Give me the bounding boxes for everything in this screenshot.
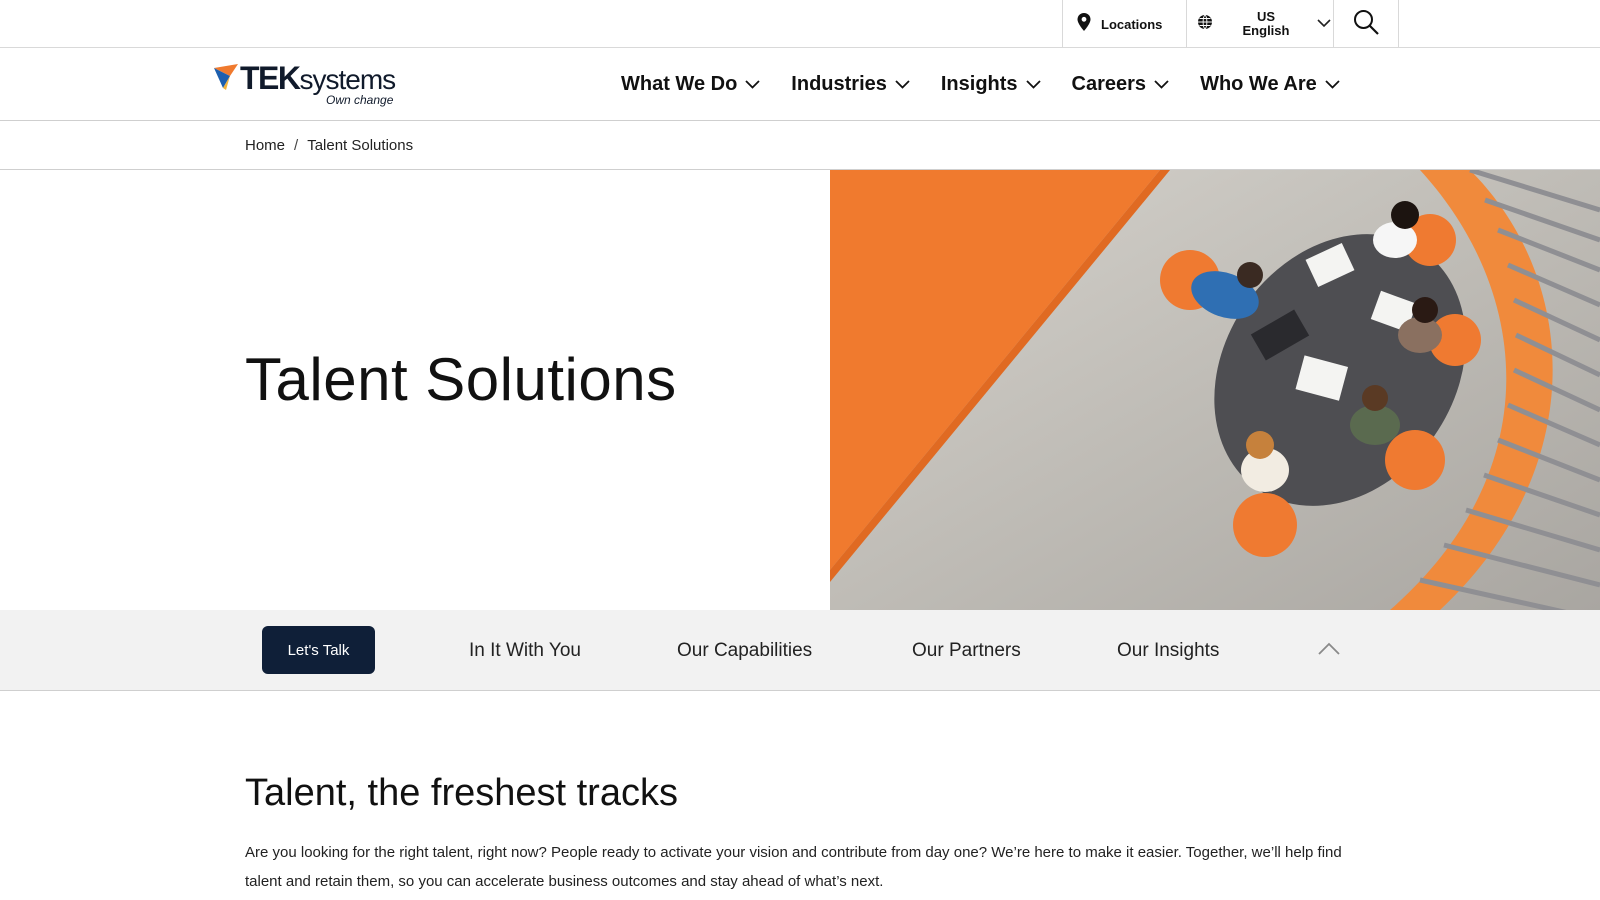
hero-image [830, 170, 1600, 610]
subnav-link-our-insights[interactable]: Our Insights [1117, 610, 1219, 691]
tekystems-logo[interactable]: TEKsystems Own change [214, 58, 400, 110]
logo-mark-icon [214, 64, 238, 90]
chevron-down-icon [1025, 80, 1041, 89]
section-heading: Talent, the freshest tracks [245, 772, 678, 814]
chevron-down-icon [1325, 80, 1340, 89]
nav-item-insights[interactable]: Insights [941, 73, 1041, 96]
collapse-subnav-button[interactable] [1316, 636, 1342, 662]
map-pin-icon [1077, 12, 1091, 36]
search-icon [1353, 9, 1379, 40]
utility-bar: Locations US English [0, 0, 1600, 48]
nav-item-label: Careers [1071, 73, 1147, 95]
chevron-down-icon [745, 80, 760, 89]
utility-group: Locations US English [1062, 0, 1399, 48]
lets-talk-button[interactable]: Let's Talk [262, 626, 375, 674]
search-button[interactable] [1333, 0, 1399, 48]
nav-item-who-we-are[interactable]: Who We Are [1200, 73, 1340, 96]
nav-item-label: Insights [940, 73, 1018, 95]
language-name: English [1242, 23, 1290, 38]
logo-tagline: Own change [326, 93, 394, 107]
nav-item-industries[interactable]: Industries [791, 73, 910, 96]
chevron-up-icon [1318, 642, 1340, 655]
logo-wordmark: TEKsystems [240, 60, 397, 97]
breadcrumb-separator: / [294, 136, 299, 154]
main-navigation: TEKsystems Own change What We Do Industr… [0, 48, 1600, 121]
nav-item-label: Industries [791, 73, 887, 95]
language-text: US English [1221, 10, 1311, 38]
globe-icon [1197, 14, 1213, 35]
section-subnav: Let's Talk In It With You Our Capabiliti… [0, 610, 1600, 691]
locations-label: Locations [1101, 16, 1163, 32]
nav-list: What We Do Industries Insights Careers W… [621, 48, 1340, 121]
breadcrumb-home[interactable]: Home [245, 137, 285, 154]
nav-item-what-we-do[interactable]: What We Do [621, 73, 760, 96]
locations-link[interactable]: Locations [1062, 0, 1186, 48]
language-selector[interactable]: US English [1186, 0, 1333, 48]
chevron-down-icon [895, 80, 910, 89]
logo-brand-bold: TEK [240, 60, 301, 96]
nav-item-label: Who We Are [1200, 73, 1317, 95]
page-title: Talent Solutions [245, 346, 677, 413]
chevron-down-icon [1154, 80, 1169, 89]
section-body-text: Are you looking for the right talent, ri… [245, 844, 1342, 890]
breadcrumb: Home / Talent Solutions [245, 122, 413, 168]
subnav-link-our-partners[interactable]: Our Partners [912, 610, 1021, 691]
nav-item-label: What We Do [621, 73, 738, 95]
subnav-link-in-it-with-you[interactable]: In It With You [469, 610, 581, 691]
subnav-link-our-capabilities[interactable]: Our Capabilities [677, 610, 812, 691]
logo-brand-light: systems [299, 64, 397, 95]
chevron-down-icon [1317, 15, 1331, 33]
breadcrumb-current: Talent Solutions [307, 136, 414, 154]
language-country: US [1256, 9, 1276, 24]
nav-item-careers[interactable]: Careers [1072, 73, 1170, 96]
hero-illustration [830, 170, 1600, 610]
